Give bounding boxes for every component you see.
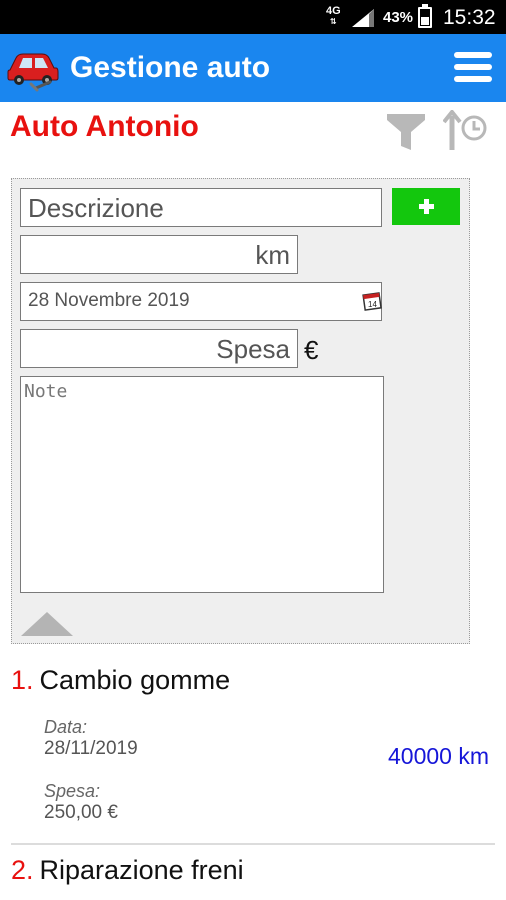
svg-text:14: 14 (368, 300, 377, 309)
list-divider (11, 843, 495, 845)
expense-placeholder: Spesa (216, 334, 290, 364)
km-placeholder: km (255, 240, 290, 270)
item-number: 1. (11, 665, 34, 695)
date-value-text: 28/11/2019 (44, 738, 138, 759)
triangle-up-icon[interactable] (20, 611, 74, 637)
calendar-icon[interactable]: 14 (361, 289, 383, 311)
battery-percent: 43% (383, 9, 414, 26)
description-input[interactable]: Descrizione (20, 188, 382, 227)
car-wrench-icon (7, 53, 59, 92)
expense-value-text: 250,00 € (44, 802, 118, 823)
description-placeholder: Descrizione (28, 193, 164, 223)
status-bar: 4G ⇅ 43% 15:32 (0, 0, 506, 34)
item-title-text: Cambio gomme (39, 665, 231, 695)
list-item-title[interactable]: 1. Cambio gomme (11, 665, 230, 696)
item-title-text: Riparazione freni (39, 855, 244, 885)
list-item-title[interactable]: 2. Riparazione freni (11, 855, 244, 886)
app-bar: Gestione auto (0, 34, 506, 102)
app-title: Gestione auto (70, 51, 271, 84)
network-indicator: 4G ⇅ (326, 5, 341, 27)
sort-by-date-icon[interactable] (443, 110, 487, 152)
km-input[interactable]: km (20, 235, 298, 274)
filter-icon[interactable] (387, 114, 425, 150)
date-field[interactable]: 28 Novembre 2019 14 (20, 282, 382, 321)
hamburger-menu-icon[interactable] (454, 52, 492, 84)
date-value: 28 Novembre 2019 (28, 290, 190, 311)
notes-placeholder: Note (24, 381, 68, 402)
signal-icon (352, 9, 374, 27)
date-label: Data: (44, 717, 88, 737)
currency-symbol: € (304, 335, 319, 365)
notes-textarea[interactable]: Note (20, 376, 384, 593)
item-number: 2. (11, 855, 34, 885)
expense-input[interactable]: Spesa (20, 329, 298, 368)
km-value: 40000 km (387, 743, 489, 769)
clock: 15:32 (443, 6, 496, 29)
expense-label: Spesa: (44, 781, 101, 801)
car-name: Auto Antonio (10, 110, 199, 143)
entry-form-panel: Descrizione km 28 Novembre 2019 14 Spesa… (11, 178, 470, 644)
battery-icon (418, 4, 432, 28)
network-type: 4G (326, 5, 341, 17)
add-entry-button[interactable] (392, 188, 460, 225)
